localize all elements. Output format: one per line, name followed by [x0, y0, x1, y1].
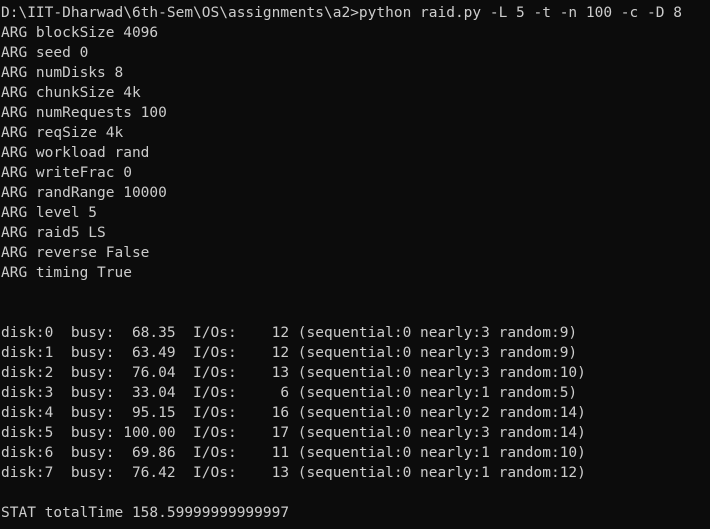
arg-line: ARG reqSize 4k [1, 125, 124, 141]
disk-stats: disk:0 busy: 68.35 I/Os: 12 (sequential:… [1, 323, 710, 483]
command-line: D:\IIT-Dharwad\6th-Sem\OS\assignments\a2… [1, 5, 682, 21]
arg-line: ARG level 5 [1, 205, 98, 221]
disk-stat-line: disk:3 busy: 33.04 I/Os: 6 (sequential:0… [1, 385, 578, 401]
disk-stat-line: disk:0 busy: 68.35 I/Os: 12 (sequential:… [1, 325, 578, 341]
disk-stat-line: disk:7 busy: 76.42 I/Os: 13 (sequential:… [1, 465, 586, 481]
arg-line: ARG writeFrac 0 [1, 165, 132, 181]
disk-stat-line: disk:6 busy: 69.86 I/Os: 11 (sequential:… [1, 445, 586, 461]
disk-stat-line: disk:2 busy: 76.04 I/Os: 13 (sequential:… [1, 365, 586, 381]
arg-line: ARG timing True [1, 265, 132, 281]
disk-stat-line: disk:5 busy: 100.00 I/Os: 17 (sequential… [1, 425, 586, 441]
arg-line: ARG chunkSize 4k [1, 85, 141, 101]
arg-line: ARG seed 0 [1, 45, 89, 61]
terminal-output[interactable]: D:\IIT-Dharwad\6th-Sem\OS\assignments\a2… [0, 0, 710, 529]
arg-line: ARG workload rand [1, 145, 150, 161]
arg-line: ARG raid5 LS [1, 225, 106, 241]
disk-stat-line: disk:4 busy: 95.15 I/Os: 16 (sequential:… [1, 405, 586, 421]
stat-total-time: STAT totalTime 158.59999999999997 [1, 505, 290, 521]
arg-line: ARG numDisks 8 [1, 65, 124, 81]
arg-line: ARG numRequests 100 [1, 105, 167, 121]
arg-list: ARG blockSize 4096 ARG seed 0 ARG numDis… [1, 23, 710, 283]
disk-stat-line: disk:1 busy: 63.49 I/Os: 12 (sequential:… [1, 345, 578, 361]
arg-line: ARG reverse False [1, 245, 150, 261]
arg-line: ARG blockSize 4096 [1, 25, 159, 41]
arg-line: ARG randRange 10000 [1, 185, 167, 201]
